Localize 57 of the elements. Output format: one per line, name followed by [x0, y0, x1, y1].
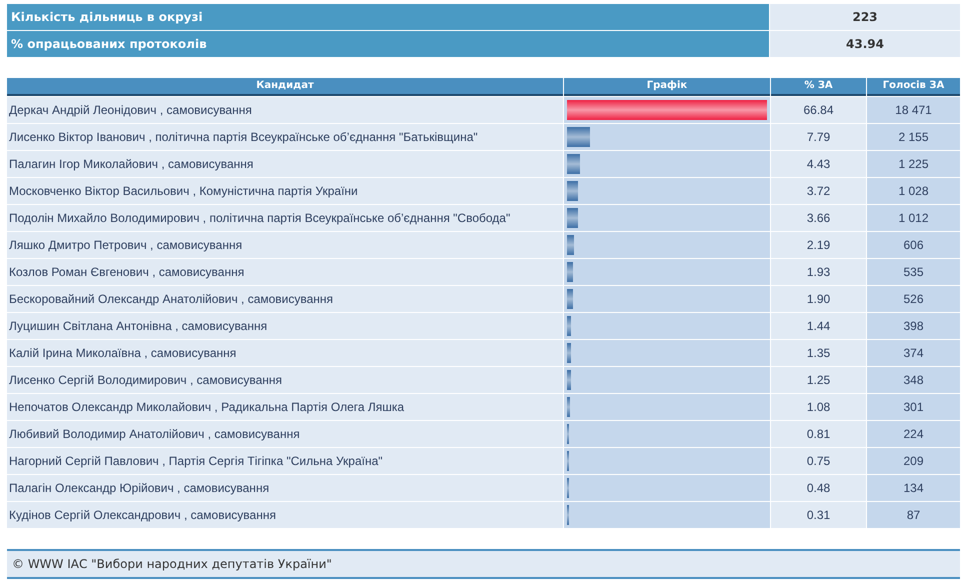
column-header: Графік — [564, 78, 770, 96]
column-header: % ЗА — [771, 78, 866, 96]
candidate-cell: Московченко Віктор Васильович , Комуністична партія України — [7, 178, 563, 204]
candidate-cell: Луцишин Світлана Антонівна , самовисування — [7, 313, 563, 339]
percent-cell: 0.75 — [771, 448, 866, 474]
votes-cell: 348 — [867, 367, 960, 393]
votes-cell: 18 471 — [867, 97, 960, 123]
candidate-cell: Лисенко Віктор Іванович , політична партія Всеукраїнське об’єднання "Батьківщина" — [7, 124, 563, 150]
column-header: Кандидат — [7, 78, 563, 96]
summary-value: 223 — [770, 4, 960, 30]
votes-cell: 209 — [867, 448, 960, 474]
candidate-cell: Палагін Олександр Юрійович , самовисування — [7, 475, 563, 501]
votes-cell: 1 225 — [867, 151, 960, 177]
percent-cell: 2.19 — [771, 232, 866, 258]
candidate-cell: Козлов Роман Євгенович , самовисування — [7, 259, 563, 285]
votes-cell: 87 — [867, 502, 960, 528]
percent-cell: 1.90 — [771, 286, 866, 312]
summary-label: % опрацьованих протоколів — [7, 31, 769, 57]
percent-cell: 3.72 — [771, 178, 866, 204]
summary-label: Кількість дільниць в окрузі — [7, 4, 769, 30]
candidate-cell: Любивий Володимир Анатолійович , самовисування — [7, 421, 563, 447]
percent-cell: 1.93 — [771, 259, 866, 285]
percent-cell: 0.48 — [771, 475, 866, 501]
candidate-cell: Нагорний Сергій Павлович , Партія Сергія Тігіпка "Сильна Україна" — [7, 448, 563, 474]
votes-cell: 398 — [867, 313, 960, 339]
candidate-cell: Подолін Михайло Володимирович , політична партія Всеукраїнське об’єднання "Свобода" — [7, 205, 563, 231]
percent-cell: 1.08 — [771, 394, 866, 420]
votes-cell: 526 — [867, 286, 960, 312]
votes-cell: 134 — [867, 475, 960, 501]
percent-cell: 0.81 — [771, 421, 866, 447]
summary-value: 43.94 — [770, 31, 960, 57]
votes-cell: 374 — [867, 340, 960, 366]
percent-cell: 66.84 — [771, 97, 866, 123]
candidate-cell: Лисенко Сергій Володимирович , самовисування — [7, 367, 563, 393]
percent-cell: 0.31 — [771, 502, 866, 528]
votes-cell: 1 028 — [867, 178, 960, 204]
candidate-cell: Палагин Ігор Миколайович , самовисування — [7, 151, 563, 177]
percent-cell: 1.44 — [771, 313, 866, 339]
candidate-cell: Непочатов Олександр Миколайович , Радикальна Партія Олега Ляшка — [7, 394, 563, 420]
candidate-cell: Деркач Андрій Леонідович , самовисування — [7, 97, 563, 123]
votes-cell: 1 012 — [867, 205, 960, 231]
percent-cell: 4.43 — [771, 151, 866, 177]
percent-cell: 1.25 — [771, 367, 866, 393]
votes-cell: 535 — [867, 259, 960, 285]
candidate-cell: Ляшко Дмитро Петрович , самовисування — [7, 232, 563, 258]
votes-cell: 224 — [867, 421, 960, 447]
percent-cell: 3.66 — [771, 205, 866, 231]
votes-cell: 606 — [867, 232, 960, 258]
percent-cell: 1.35 — [771, 340, 866, 366]
votes-cell: 301 — [867, 394, 960, 420]
votes-cell: 2 155 — [867, 124, 960, 150]
percent-cell: 7.79 — [771, 124, 866, 150]
candidate-cell: Кудінов Сергій Олександрович , самовисування — [7, 502, 563, 528]
column-header: Голосів ЗА — [867, 78, 960, 96]
footer-text: © WWW ІАС "Вибори народних депутатів України" — [7, 549, 960, 579]
candidate-cell: Бескоровайний Олександр Анатолійович , самовисування — [7, 286, 563, 312]
candidate-cell: Калій Ірина Миколаївна , самовисування — [7, 340, 563, 366]
